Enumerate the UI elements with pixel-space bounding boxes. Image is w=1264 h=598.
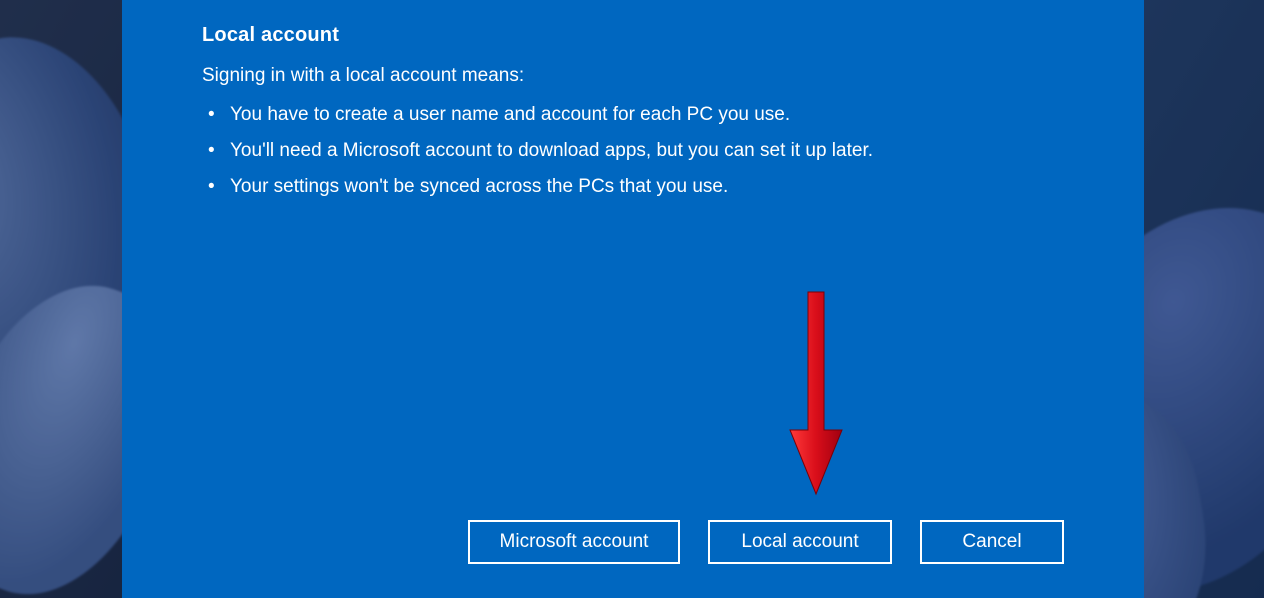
cancel-button[interactable]: Cancel — [920, 520, 1064, 564]
local-account-button[interactable]: Local account — [708, 520, 892, 564]
dialog-bullet-list: You have to create a user name and accou… — [202, 97, 1064, 205]
microsoft-account-button[interactable]: Microsoft account — [468, 520, 680, 564]
dialog-title: Local account — [202, 24, 1064, 47]
dialog-intro-text: Signing in with a local account means: — [202, 65, 1064, 87]
bullet-item: You'll need a Microsoft account to downl… — [208, 133, 1064, 169]
bullet-item: You have to create a user name and accou… — [208, 97, 1064, 133]
bullet-item: Your settings won't be synced across the… — [208, 169, 1064, 205]
account-type-dialog: Local account Signing in with a local ac… — [122, 0, 1144, 598]
dialog-button-row: Microsoft account Local account Cancel — [202, 520, 1064, 570]
